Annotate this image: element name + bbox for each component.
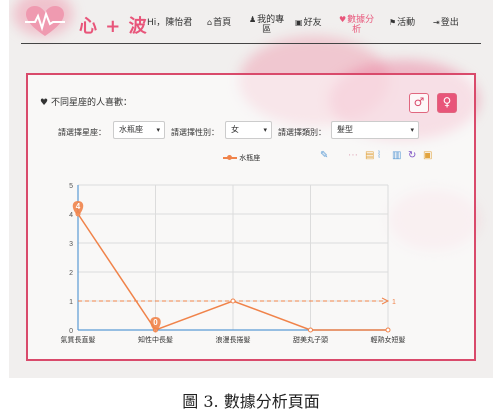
nav-activities[interactable]: ⚑活動 xyxy=(389,15,415,28)
home-icon: ⌂ xyxy=(207,18,213,27)
nav-home[interactable]: ⌂首頁 xyxy=(207,15,231,28)
friends-icon: ▣ xyxy=(295,18,303,27)
app-screen: 心 + 波 Hi，陳怡君 ⌂首頁 ♟我的專 區 ▣好友 ♥數據分 析 ⚑活動 ⇥… xyxy=(9,0,493,378)
nav-data-analysis-label-2: 析 xyxy=(352,25,362,35)
user-greeting: Hi，陳怡君 xyxy=(147,18,193,28)
x-tick-label: 輕熟女短髮 xyxy=(371,335,406,344)
y-tick-label: 3 xyxy=(69,241,73,248)
nav-friends[interactable]: ▣好友 xyxy=(295,15,322,28)
data-point xyxy=(308,327,313,333)
x-tick-label: 浪漫長捲髮 xyxy=(216,335,251,344)
y-tick-label: 0 xyxy=(69,328,73,335)
y-tick-label: 5 xyxy=(69,183,73,190)
activity-icon: ⚑ xyxy=(389,18,397,27)
x-tick-label: 氣質長直髮 xyxy=(61,335,96,344)
heart-pulse-logo-icon[interactable] xyxy=(25,6,65,38)
x-tick-label: 知性中長髮 xyxy=(138,335,173,344)
navbar: 心 + 波 Hi，陳怡君 ⌂首頁 ♟我的專 區 ▣好友 ♥數據分 析 ⚑活動 ⇥… xyxy=(9,0,493,44)
y-tick-label: 1 xyxy=(69,299,73,306)
app-logo-text[interactable]: 心 + 波 xyxy=(79,12,148,38)
nav-my-zone-label: 我的專 xyxy=(257,15,285,25)
nav-friends-label: 好友 xyxy=(303,18,322,28)
heart-icon: ♥ xyxy=(339,15,347,24)
user-icon: ♟ xyxy=(249,15,257,24)
nav-data-analysis-label: 數據分 xyxy=(347,15,375,25)
nav-activities-label: 活動 xyxy=(397,18,416,28)
nav-divider xyxy=(21,43,481,44)
logout-icon: ⇥ xyxy=(433,18,440,27)
data-point xyxy=(230,298,236,304)
x-tick-label: 甜美丸子頭 xyxy=(293,335,328,344)
mark-point-label: 4 xyxy=(76,202,81,211)
y-tick-label: 2 xyxy=(69,270,73,277)
nav-my-zone[interactable]: ♟我的專 區 xyxy=(249,15,284,35)
nav-data-analysis[interactable]: ♥數據分 析 xyxy=(339,15,374,35)
data-point xyxy=(385,327,391,333)
nav-home-label: 首頁 xyxy=(213,18,232,28)
average-line-label: 1 xyxy=(392,299,396,306)
analysis-panel: ♥ 不同星座的人喜歡： ♂ ♀ 請選擇星座： 水瓶座 ▾ 請選擇性別： 女 ▾ 請選… xyxy=(26,73,476,361)
figure-caption: 圖 3. 數據分析頁面 xyxy=(182,392,320,411)
mark-point-label: 0 xyxy=(153,318,158,327)
nav-logout-label: 登出 xyxy=(440,18,459,28)
line-chart: 0 1 2 3 4 5 氣質長直髮 知性中長髮 浪漫長捲髮 甜美丸子頭 輕熟女短髮 1 4 0 xyxy=(61,183,406,344)
nav-my-zone-label-2: 區 xyxy=(262,25,272,35)
nav-logout[interactable]: ⇥登出 xyxy=(433,15,459,28)
y-tick-label: 4 xyxy=(69,212,73,219)
